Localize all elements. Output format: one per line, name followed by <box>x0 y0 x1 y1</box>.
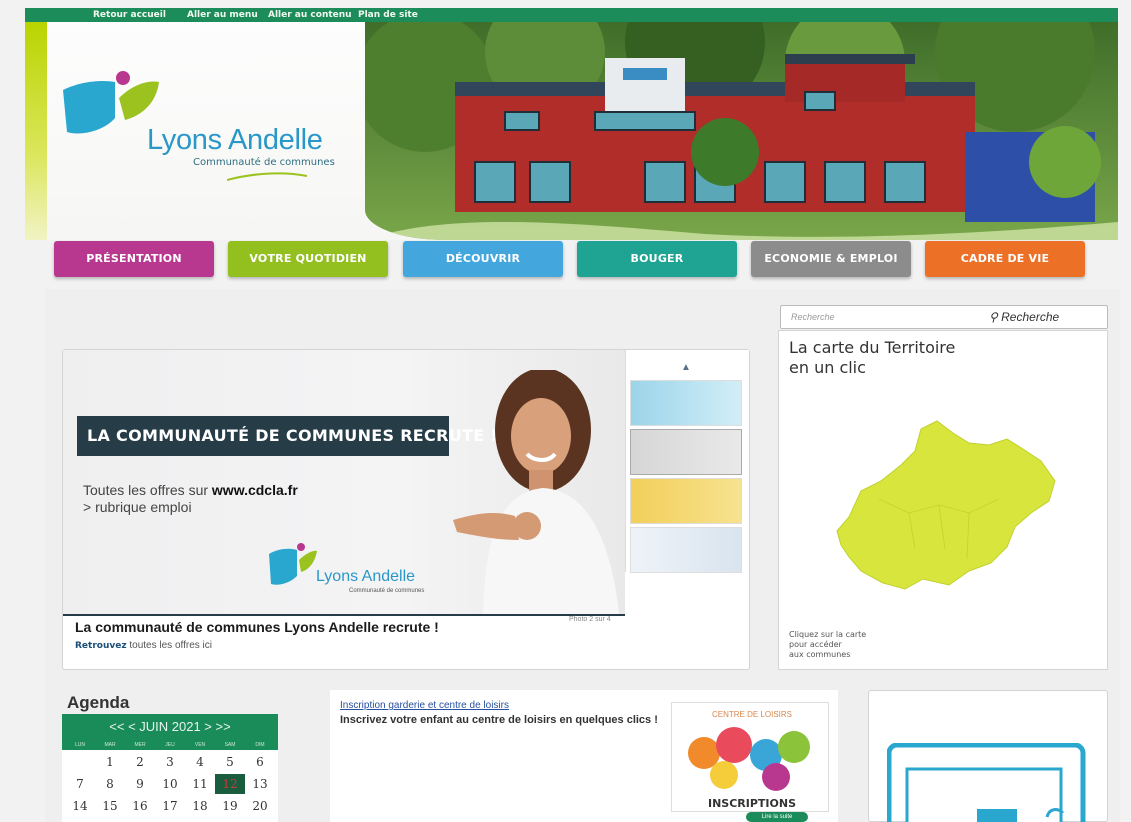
weekday-label: MER <box>134 742 146 748</box>
news-link[interactable]: Inscription garderie et centre de loisir… <box>340 700 509 711</box>
map-title-line: La carte du Territoire <box>789 338 956 357</box>
header-photo <box>365 22 1118 240</box>
slide-logo-icon <box>269 543 317 585</box>
skip-link-menu[interactable]: Aller au menu <box>187 8 258 22</box>
calendar-day[interactable]: 11 <box>185 774 215 794</box>
territory-map-box: La carte du Territoire en un clic Cliquez… <box>778 330 1108 670</box>
calendar-month-header[interactable]: << < JUIN 2021 > >> <box>62 714 278 740</box>
weekday-label: SAM <box>224 742 236 748</box>
nav-presentation[interactable]: PRÉSENTATION <box>54 241 214 277</box>
calendar-day[interactable]: 3 <box>155 752 185 772</box>
calendar-day[interactable]: 2 <box>125 752 155 772</box>
slide-title[interactable]: La communauté de communes Lyons Andelle … <box>75 619 439 635</box>
calendar-day[interactable]: 4 <box>185 752 215 772</box>
thumbnail-3[interactable] <box>630 478 742 524</box>
calendar-day[interactable]: 9 <box>125 774 155 794</box>
agenda-calendar: << < JUIN 2021 > >> LUN MAR MER JEU VEN SAM DI… <box>62 714 278 822</box>
weekday-label: LUN <box>74 742 85 748</box>
calendar-day[interactable]: 17 <box>155 796 185 816</box>
slider-thumbnails: ▲ <box>625 350 749 573</box>
map-note-line-2: pour accéder <box>789 640 842 649</box>
calendar-day[interactable]: 14 <box>65 796 95 816</box>
slide-subtitle-strong: Retrouvez <box>75 641 127 651</box>
news-card: Inscription garderie et centre de loisir… <box>330 690 838 822</box>
thumbnail-2[interactable] <box>630 429 742 475</box>
logo-brand-text: Lyons Andelle <box>147 124 323 156</box>
calendar-day[interactable]: 18 <box>185 796 215 816</box>
skip-links-bar: Retour accueil Aller au menu Aller au co… <box>25 8 1118 22</box>
card-device-icon[interactable] <box>887 743 1087 822</box>
slide-offers-line2: > rubrique emploi <box>83 499 192 515</box>
calendar-day[interactable]: 16 <box>125 796 155 816</box>
calendar-weekday-row: LUN MAR MER JEU VEN SAM DIM <box>62 740 278 750</box>
slide-subtitle-text: toutes les offres ici <box>129 640 212 651</box>
slide-woman-photo <box>453 370 619 614</box>
nav-decouvrir[interactable]: DÉCOUVRIR <box>403 241 563 277</box>
slide-logo-subtitle: Communauté de communes <box>349 588 425 594</box>
slide-caption-divider <box>63 614 625 616</box>
news-description: Inscrivez votre enfant au centre de lois… <box>340 714 658 726</box>
search-button[interactable]: ⚲ Recherche <box>989 310 1059 324</box>
calendar-day <box>65 752 95 772</box>
calendar-day[interactable]: 10 <box>155 774 185 794</box>
slide-image[interactable]: LA COMMUNAUTÉ DE COMMUNES RECRUTE ! Tout… <box>63 350 625 614</box>
nav-votre-quotidien[interactable]: VOTRE QUOTIDIEN <box>228 241 388 277</box>
news-slider: LA COMMUNAUTÉ DE COMMUNES RECRUTE ! Tout… <box>62 349 750 670</box>
news-image-label-top: CENTRE DE LOISIRS <box>712 710 793 719</box>
slide-logo-text: Lyons Andelle <box>316 568 416 585</box>
weekday-label: DIM <box>255 742 265 748</box>
site-logo[interactable]: Lyons Andelle Communauté de communes <box>63 71 345 204</box>
calendar-day[interactable]: 1 <box>95 752 125 772</box>
news-image[interactable]: CENTRE DE LOISIRS INSCRIPTIONS <box>671 702 829 812</box>
skip-link-home[interactable]: Retour accueil <box>93 8 166 22</box>
map-note-line-3: aux communes <box>789 650 851 659</box>
slide-counter: Photo 2 sur 4 <box>569 616 611 623</box>
slide-banner: LA COMMUNAUTÉ DE COMMUNES RECRUTE ! <box>77 416 498 456</box>
calendar-day[interactable]: 5 <box>215 752 245 772</box>
calendar-day[interactable]: 6 <box>245 752 275 772</box>
calendar-day[interactable]: 13 <box>245 774 275 794</box>
map-note-line-1: Cliquez sur la carte <box>789 630 867 639</box>
thumbnail-4[interactable] <box>630 527 742 573</box>
slide-subtitle[interactable]: Retrouvez toutes les offres ici <box>75 640 212 651</box>
nav-bouger[interactable]: BOUGER <box>577 241 737 277</box>
thumbnail-1[interactable] <box>630 380 742 426</box>
weekday-label: MAR <box>104 742 116 748</box>
calendar-day[interactable]: 20 <box>245 796 275 816</box>
weekday-label: VEN <box>194 742 206 748</box>
search-icon: ⚲ <box>989 310 998 324</box>
map-title-line: en un clic <box>789 358 866 377</box>
agenda-title: Agenda <box>67 693 130 712</box>
news-image-art <box>688 727 810 791</box>
search-button-label: Recherche <box>1001 310 1060 324</box>
weekday-label: JEU <box>165 742 175 748</box>
site-header: Lyons Andelle Communauté de communes <box>25 22 1118 240</box>
calendar-day[interactable]: 12 <box>215 774 245 794</box>
map-note: Cliquez sur la carte pour accéder aux co… <box>789 630 866 660</box>
nav-economie-emploi[interactable]: ECONOMIE & EMPLOI <box>751 241 911 277</box>
side-card <box>868 690 1108 822</box>
read-more-button[interactable]: Lire la suite <box>746 812 808 822</box>
slide-offers-line1: Toutes les offres sur <box>83 482 209 498</box>
news-image-label-bottom: INSCRIPTIONS <box>708 797 796 810</box>
calendar-day[interactable]: 7 <box>65 774 95 794</box>
skip-link-content[interactable]: Aller au contenu <box>268 8 352 22</box>
calendar-day[interactable]: 15 <box>95 796 125 816</box>
slide-offers-url: www.cdcla.fr <box>211 482 298 498</box>
slide-offers-text: Toutes les offres sur www.cdcla.fr > rub… <box>83 482 298 516</box>
search-input[interactable]: Recherche <box>791 312 835 322</box>
thumbnails-up-arrow-icon[interactable]: ▲ <box>681 362 691 373</box>
logo-swoosh-icon <box>227 172 307 181</box>
calendar-day[interactable]: 19 <box>215 796 245 816</box>
skip-link-sitemap[interactable]: Plan de site <box>358 8 418 22</box>
territory-map[interactable] <box>819 409 1069 609</box>
header-accent-strip <box>25 22 47 240</box>
logo-subtitle: Communauté de communes <box>193 157 335 168</box>
nav-cadre-de-vie[interactable]: CADRE DE VIE <box>925 241 1085 277</box>
map-title: La carte du Territoire en un clic <box>789 338 955 378</box>
search-box: Recherche ⚲ Recherche <box>780 305 1108 329</box>
calendar-day[interactable]: 8 <box>95 774 125 794</box>
